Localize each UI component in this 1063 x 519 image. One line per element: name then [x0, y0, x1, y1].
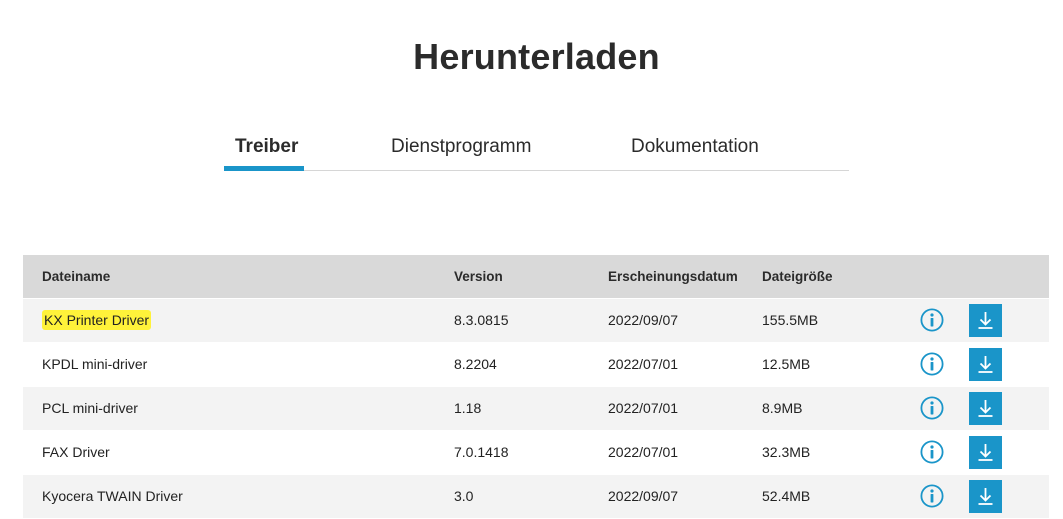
- row-size: 12.5MB: [762, 356, 811, 372]
- download-button[interactable]: [969, 436, 1002, 469]
- download-arrow-icon: [978, 356, 993, 373]
- row-version: 1.18: [454, 400, 482, 416]
- table-row: Kyocera TWAIN Driver 3.0 2022/09/07 52.4…: [23, 475, 1049, 519]
- download-arrow-icon: [978, 400, 993, 417]
- header-size: Dateigröße: [762, 269, 833, 284]
- tab-treiber[interactable]: Treiber: [235, 136, 298, 158]
- download-arrow-icon: [978, 488, 993, 505]
- row-date: 2022/07/01: [608, 400, 679, 416]
- download-button[interactable]: [969, 348, 1002, 381]
- row-size: 8.9MB: [762, 400, 803, 416]
- file-name-link[interactable]: KPDL mini-driver: [42, 343, 147, 386]
- tab-bar: Treiber Dienstprogramm Dokumentation: [224, 130, 849, 171]
- table-row: FAX Driver 7.0.1418 2022/07/01 32.3MB: [23, 431, 1049, 475]
- download-button[interactable]: [969, 392, 1002, 425]
- file-name-link[interactable]: KX Printer Driver: [42, 310, 152, 330]
- file-name-link[interactable]: FAX Driver: [42, 431, 110, 474]
- row-version: 3.0: [454, 488, 474, 504]
- page-title: Herunterladen: [413, 36, 660, 77]
- header-version: Version: [454, 269, 503, 284]
- row-date: 2022/09/07: [608, 488, 679, 504]
- info-circle-icon[interactable]: [920, 396, 944, 420]
- row-size: 155.5MB: [762, 312, 819, 328]
- file-name-link[interactable]: Kyocera TWAIN Driver: [42, 475, 183, 518]
- info-circle-icon[interactable]: [920, 484, 944, 508]
- row-version: 7.0.1418: [454, 444, 509, 460]
- active-tab-indicator: [224, 166, 304, 171]
- downloads-table: Dateiname Version Erscheinungsdatum Date…: [23, 255, 1049, 519]
- row-size: 32.3MB: [762, 444, 811, 460]
- tab-dokumentation[interactable]: Dokumentation: [631, 136, 759, 158]
- table-row: PCL mini-driver 1.18 2022/07/01 8.9MB: [23, 387, 1049, 431]
- download-button[interactable]: [969, 480, 1002, 513]
- download-button[interactable]: [969, 304, 1002, 337]
- row-version: 8.3.0815: [454, 312, 509, 328]
- table-row: KX Printer Driver 8.3.0815 2022/09/07 15…: [23, 299, 1049, 343]
- row-date: 2022/07/01: [608, 444, 679, 460]
- row-date: 2022/09/07: [608, 312, 679, 328]
- header-date: Erscheinungsdatum: [608, 269, 738, 284]
- row-size: 52.4MB: [762, 488, 811, 504]
- download-arrow-icon: [978, 312, 993, 329]
- row-date: 2022/07/01: [608, 356, 679, 372]
- header-filename: Dateiname: [42, 269, 111, 284]
- table-row: KPDL mini-driver 8.2204 2022/07/01 12.5M…: [23, 343, 1049, 387]
- file-name-link[interactable]: PCL mini-driver: [42, 387, 138, 430]
- row-filename: KX Printer Driver: [42, 299, 152, 342]
- row-version: 8.2204: [454, 356, 497, 372]
- info-circle-icon[interactable]: [920, 308, 944, 332]
- download-arrow-icon: [978, 444, 993, 461]
- table-header-row: Dateiname Version Erscheinungsdatum Date…: [23, 255, 1049, 299]
- info-circle-icon[interactable]: [920, 440, 944, 464]
- info-circle-icon[interactable]: [920, 352, 944, 376]
- tab-dienstprogramm[interactable]: Dienstprogramm: [391, 136, 531, 158]
